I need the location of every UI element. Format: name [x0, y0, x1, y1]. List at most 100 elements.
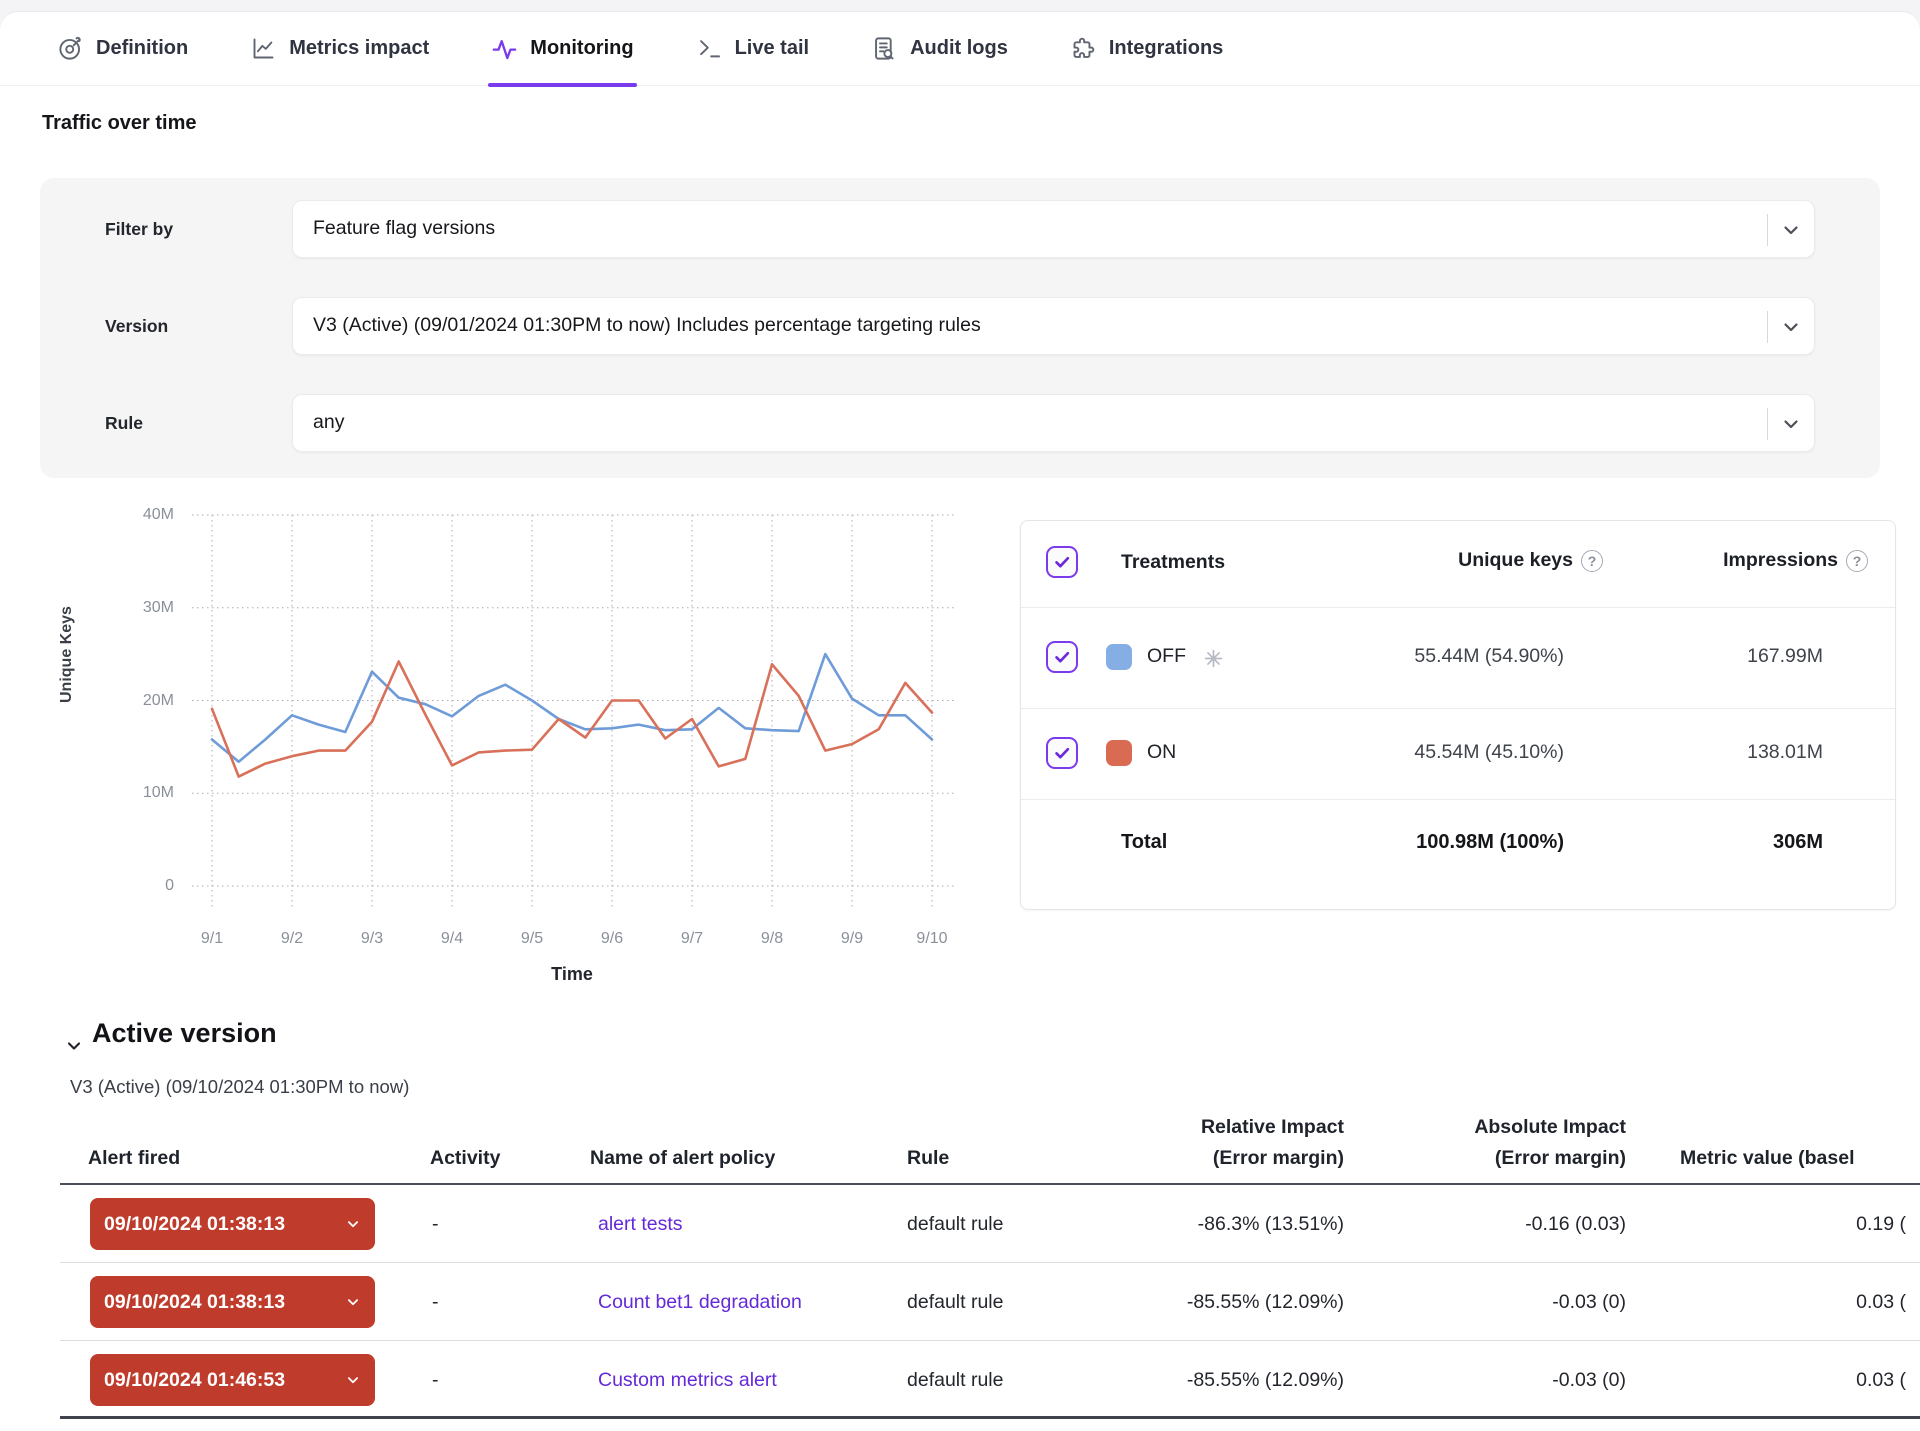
app-root: Definition Metrics impact Monitoring Liv… — [0, 0, 1920, 1431]
tab-metrics-impact[interactable]: Metrics impact — [250, 12, 429, 86]
metric-value-cell: 0.03 ( — [1656, 1291, 1906, 1314]
filter-panel: Filter by Feature flag versions Version … — [40, 178, 1880, 478]
tab-label: Live tail — [735, 37, 809, 60]
active-version-subtitle: V3 (Active) (09/10/2024 01:30PM to now) — [70, 1076, 409, 1098]
col-absolute-impact: Absolute Impact — [1382, 1116, 1626, 1139]
col-relative-impact-sub: (Error margin) — [1100, 1147, 1344, 1170]
y-tick-label: 20M — [90, 691, 174, 711]
active-version-title: Active version — [92, 1018, 277, 1049]
definition-icon — [57, 35, 84, 62]
integrations-icon — [1070, 35, 1097, 62]
asterisk-icon — [1203, 648, 1224, 669]
absolute-impact-cell: -0.03 (0) — [1382, 1369, 1626, 1392]
rule-dropdown[interactable]: any — [292, 394, 1815, 452]
tab-audit-logs[interactable]: Audit logs — [871, 12, 1008, 86]
treatment-on-checkbox[interactable] — [1046, 737, 1078, 769]
off-impressions: 167.99M — [1581, 645, 1823, 668]
collapse-chevron-icon[interactable] — [64, 1036, 84, 1056]
x-tick-label: 9/5 — [500, 930, 564, 948]
help-icon[interactable]: ? — [1846, 550, 1868, 572]
chevron-down-icon — [1779, 412, 1803, 436]
chevron-down-icon — [344, 1293, 362, 1311]
alert-policy-link[interactable]: Count bet1 degradation — [598, 1291, 802, 1314]
col-rule: Rule — [907, 1147, 949, 1170]
alert-policy-link[interactable]: Custom metrics alert — [598, 1369, 777, 1392]
page-card: Definition Metrics impact Monitoring Liv… — [0, 12, 1920, 1431]
x-tick-label: 9/3 — [340, 930, 404, 948]
x-tick-label: 9/4 — [420, 930, 484, 948]
relative-impact-cell: -85.55% (12.09%) — [1100, 1291, 1344, 1314]
impressions-header-label: Impressions — [1723, 549, 1838, 572]
metrics-impact-icon — [250, 35, 277, 62]
row-divider — [60, 1340, 1920, 1341]
alert-fired-button[interactable]: 09/10/2024 01:46:53 — [90, 1354, 375, 1406]
tab-integrations[interactable]: Integrations — [1070, 12, 1223, 86]
x-tick-label: 9/9 — [820, 930, 884, 948]
traffic-plot — [190, 505, 956, 917]
rule-cell: default rule — [907, 1213, 1003, 1236]
relative-impact-cell: -85.55% (12.09%) — [1100, 1369, 1344, 1392]
x-tick-label: 9/7 — [660, 930, 724, 948]
version-label: Version — [105, 316, 168, 337]
y-axis-label: Unique Keys — [58, 505, 76, 805]
tab-label: Definition — [96, 37, 188, 60]
alert-fired-button[interactable]: 09/10/2024 01:38:13 — [90, 1198, 375, 1250]
on-impressions: 138.01M — [1581, 741, 1823, 764]
alert-fired-time: 09/10/2024 01:46:53 — [104, 1369, 285, 1392]
col-absolute-impact-sub: (Error margin) — [1382, 1147, 1626, 1170]
col-metric-value: Metric value (basel — [1680, 1147, 1855, 1170]
y-tick-label: 40M — [90, 505, 174, 525]
on-series-swatch — [1106, 740, 1132, 766]
x-tick-label: 9/10 — [900, 930, 964, 948]
page-title: Traffic over time — [42, 112, 197, 135]
monitoring-icon — [491, 35, 518, 62]
row-divider — [1021, 799, 1895, 800]
dropdown-divider — [1767, 408, 1768, 440]
tab-label: Metrics impact — [289, 37, 429, 60]
col-activity: Activity — [430, 1147, 500, 1170]
tab-monitoring[interactable]: Monitoring — [491, 12, 633, 86]
treatments-select-all-checkbox[interactable] — [1046, 546, 1078, 578]
row-divider — [1021, 607, 1895, 608]
live-tail-icon — [696, 35, 723, 62]
dropdown-divider — [1767, 214, 1768, 246]
activity-cell: - — [432, 1291, 439, 1314]
filter-by-label: Filter by — [105, 219, 173, 240]
y-tick-label: 30M — [90, 598, 174, 618]
x-axis-label: Time — [372, 964, 772, 985]
unique-keys-header: Unique keys ? — [1271, 549, 1603, 572]
series-line-on — [212, 662, 932, 777]
col-name: Name of alert policy — [590, 1147, 775, 1170]
chevron-down-icon — [1779, 315, 1803, 339]
relative-impact-cell: -86.3% (13.51%) — [1100, 1213, 1344, 1236]
absolute-impact-cell: -0.03 (0) — [1382, 1291, 1626, 1314]
total-impressions: 306M — [1581, 831, 1823, 854]
alert-policy-link[interactable]: alert tests — [598, 1213, 683, 1236]
chevron-down-icon — [344, 1371, 362, 1389]
row-divider — [60, 1262, 1920, 1263]
alert-fired-time: 09/10/2024 01:38:13 — [104, 1213, 285, 1236]
treatment-off-checkbox[interactable] — [1046, 641, 1078, 673]
tab-live-tail[interactable]: Live tail — [696, 12, 809, 86]
total-label: Total — [1121, 831, 1167, 854]
version-dropdown[interactable]: V3 (Active) (09/01/2024 01:30PM to now) … — [292, 297, 1815, 355]
treatments-panel: Treatments Unique keys ? Impressions ? O… — [1020, 520, 1896, 910]
total-unique-keys: 100.98M (100%) — [1271, 831, 1564, 854]
x-tick-label: 9/6 — [580, 930, 644, 948]
y-tick-label: 10M — [90, 783, 174, 803]
filter-by-value: Feature flag versions — [313, 217, 495, 240]
absolute-impact-cell: -0.16 (0.03) — [1382, 1213, 1626, 1236]
filter-by-dropdown[interactable]: Feature flag versions — [292, 200, 1815, 258]
tab-label: Audit logs — [910, 37, 1008, 60]
on-unique-keys: 45.54M (45.10%) — [1271, 741, 1564, 764]
alert-fired-time: 09/10/2024 01:38:13 — [104, 1291, 285, 1314]
tab-label: Integrations — [1109, 37, 1223, 60]
alert-fired-button[interactable]: 09/10/2024 01:38:13 — [90, 1276, 375, 1328]
col-relative-impact: Relative Impact — [1100, 1116, 1344, 1139]
table-header-divider — [60, 1183, 1920, 1185]
rule-cell: default rule — [907, 1291, 1003, 1314]
treatments-header: Treatments — [1121, 551, 1225, 574]
x-tick-label: 9/1 — [180, 930, 244, 948]
tab-definition[interactable]: Definition — [57, 12, 188, 86]
metric-value-cell: 0.03 ( — [1656, 1369, 1906, 1392]
